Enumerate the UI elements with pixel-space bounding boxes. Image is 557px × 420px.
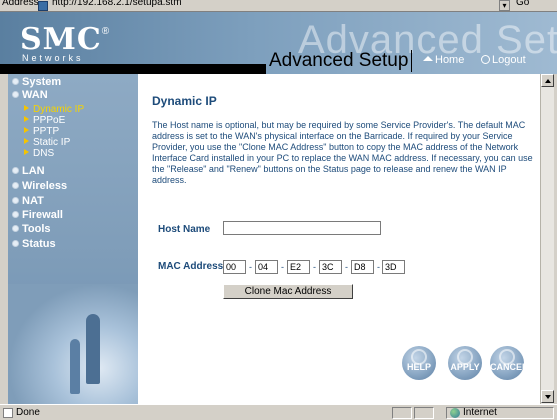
sidebar-item-status[interactable]: Status [12, 238, 56, 250]
bullet-icon [12, 211, 19, 218]
bullet-icon [12, 225, 19, 232]
cancel-button[interactable]: CANCEL [490, 346, 528, 380]
mac-separator: - [249, 262, 252, 272]
header: SMC® Networks Advanced Setup Advanced Se… [0, 12, 557, 74]
sidebar-item-firewall[interactable]: Firewall [12, 209, 63, 221]
bullet-icon [12, 78, 19, 85]
host-name-input[interactable] [223, 221, 381, 235]
sidebar-subitem-pppoe[interactable]: PPPoE [24, 115, 65, 126]
smc-logo: SMC® [20, 22, 111, 57]
sidebar: System WAN Dynamic IP PPPoE PPTP Static … [8, 74, 138, 404]
arrow-up-icon [545, 79, 551, 83]
home-icon [423, 56, 433, 61]
status-panel [414, 407, 434, 419]
arrow-icon [24, 127, 29, 133]
header-bar [0, 64, 266, 74]
arrow-icon [24, 105, 29, 111]
sidebar-item-wan[interactable]: WAN [12, 89, 48, 101]
clone-mac-address-button[interactable]: Clone Mac Address [223, 284, 353, 299]
vertical-scrollbar[interactable] [540, 74, 554, 404]
zone-text: Internet [463, 407, 497, 418]
mac-separator: - [377, 262, 380, 272]
status-text: Done [16, 407, 40, 418]
mac-octet-3-input[interactable] [287, 260, 310, 274]
mac-address-label: MAC Address [158, 261, 224, 272]
status-panel [392, 407, 412, 419]
person-figure [70, 339, 80, 394]
section-title: Dynamic IP [152, 94, 217, 108]
sidebar-subitem-dns[interactable]: DNS [24, 148, 54, 159]
mac-octet-1-input[interactable] [223, 260, 246, 274]
internet-zone-icon [450, 408, 460, 418]
sidebar-illustration [8, 284, 138, 404]
mac-separator: - [313, 262, 316, 272]
sidebar-subitem-dynamic-ip[interactable]: Dynamic IP [24, 104, 84, 115]
address-bar: Address http://192.168.2.1/setupa.stm ▾ … [0, 0, 557, 12]
bullet-icon [12, 197, 19, 204]
page-icon [38, 1, 48, 11]
sidebar-item-lan[interactable]: LAN [12, 165, 45, 177]
mac-octet-6-input[interactable] [382, 260, 405, 274]
person-figure [86, 314, 100, 384]
section-description: The Host name is optional, but may be re… [152, 120, 533, 185]
bullet-icon [12, 182, 19, 189]
mac-separator: - [345, 262, 348, 272]
page-title: Advanced Setup [266, 50, 413, 72]
apply-button[interactable]: APPLY [448, 346, 482, 380]
main-content: Dynamic IP The Host name is optional, bu… [138, 74, 540, 404]
scroll-up-button[interactable] [541, 74, 554, 87]
sidebar-item-nat[interactable]: NAT [12, 195, 44, 207]
arrow-icon [24, 138, 29, 144]
go-button[interactable]: Go [516, 0, 529, 8]
scroll-down-button[interactable] [541, 390, 554, 403]
page-done-icon [3, 408, 13, 418]
bullet-icon [12, 167, 19, 174]
arrow-down-icon [545, 395, 551, 399]
logout-icon [481, 55, 490, 64]
sidebar-item-system[interactable]: System [12, 76, 61, 88]
mac-separator: - [281, 262, 284, 272]
sidebar-item-wireless[interactable]: Wireless [12, 180, 67, 192]
bullet-icon [12, 91, 19, 98]
sidebar-item-tools[interactable]: Tools [12, 223, 51, 235]
mac-octet-5-input[interactable] [351, 260, 374, 274]
address-url[interactable]: http://192.168.2.1/setupa.stm [52, 0, 182, 8]
status-bar: Done Internet [0, 404, 557, 420]
logo-subtitle: Networks [22, 53, 84, 63]
host-name-label: Host Name [158, 224, 211, 235]
arrow-icon [24, 149, 29, 155]
bullet-icon [12, 240, 19, 247]
address-dropdown-icon[interactable]: ▾ [499, 0, 510, 11]
arrow-icon [24, 116, 29, 122]
logout-link[interactable]: Logout [481, 54, 526, 66]
address-label: Address [2, 0, 39, 8]
help-button[interactable]: HELP [402, 346, 436, 380]
mac-octet-4-input[interactable] [319, 260, 342, 274]
sidebar-subitem-static-ip[interactable]: Static IP [24, 137, 70, 148]
mac-octet-2-input[interactable] [255, 260, 278, 274]
home-link[interactable]: Home [423, 54, 464, 66]
sidebar-subitem-pptp[interactable]: PPTP [24, 126, 59, 137]
